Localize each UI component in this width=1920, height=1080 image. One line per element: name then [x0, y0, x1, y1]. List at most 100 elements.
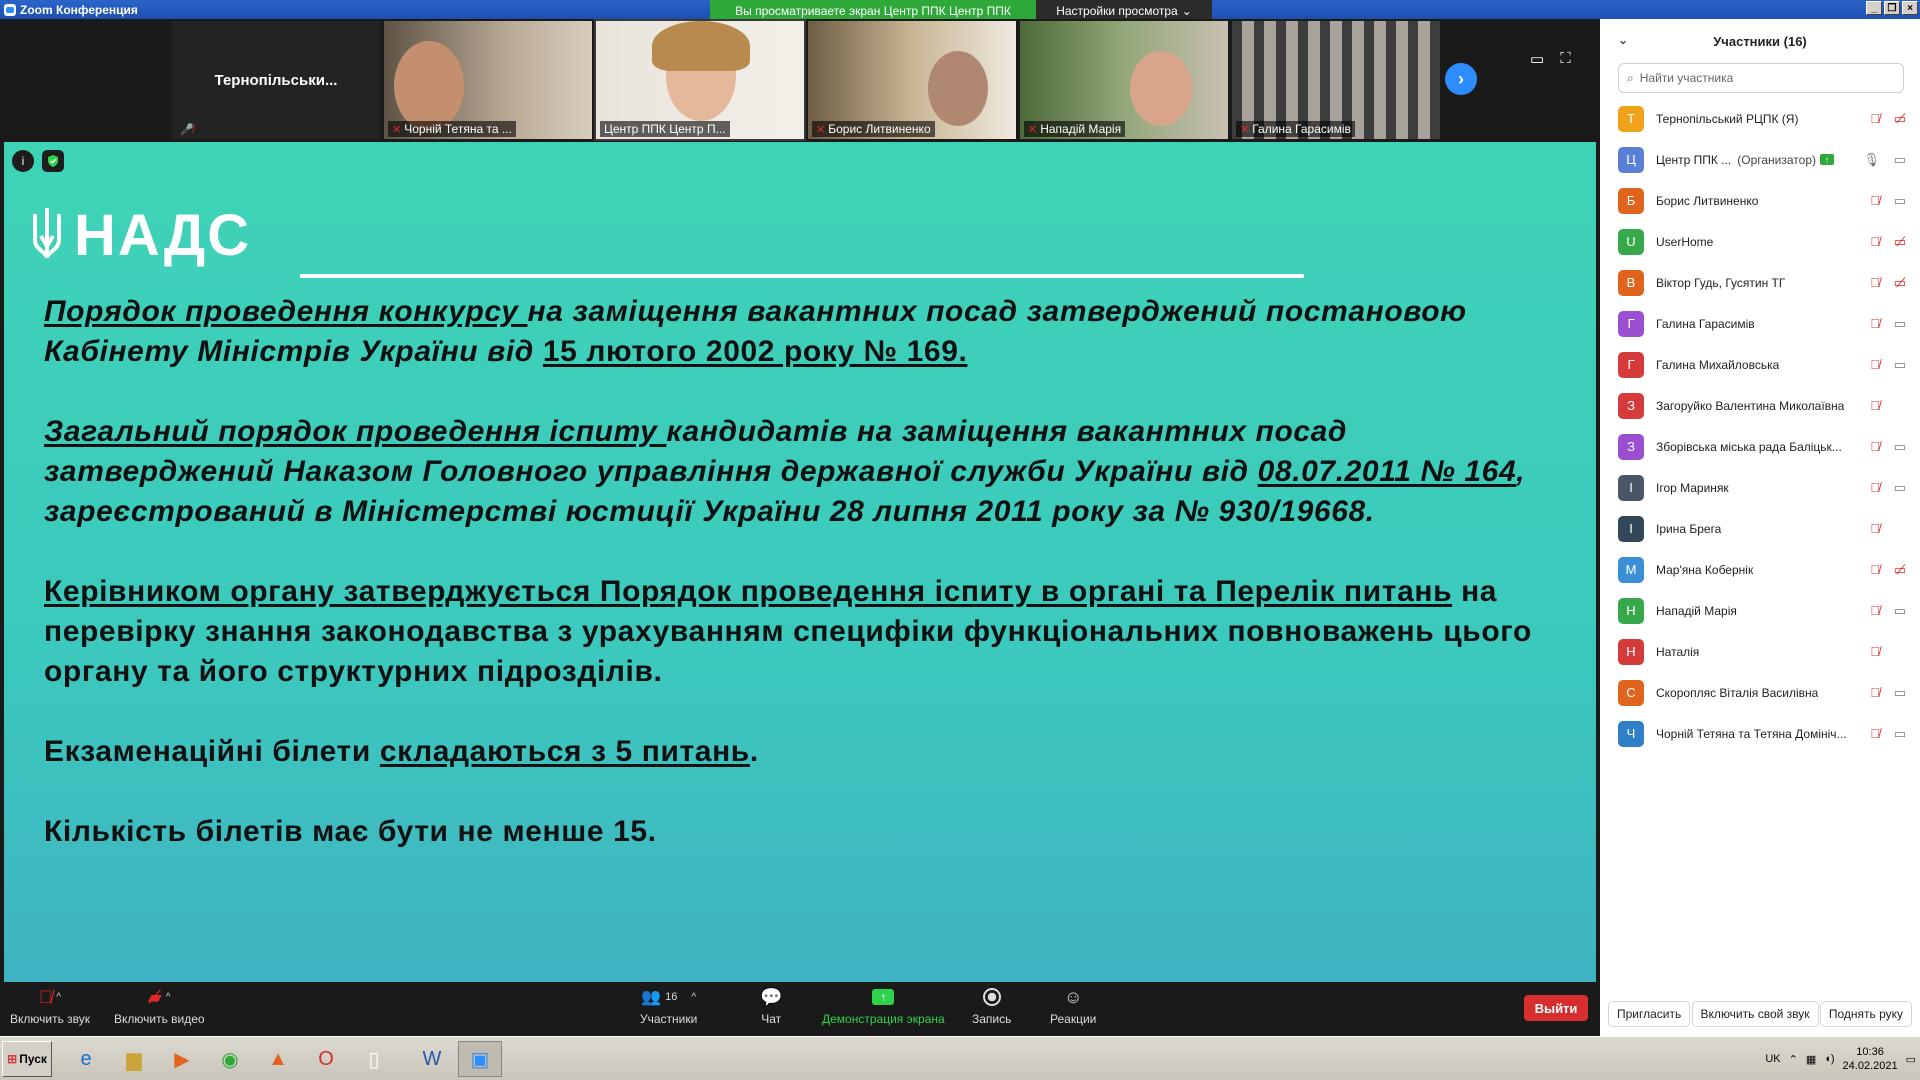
video-icon[interactable]: ▭	[1894, 193, 1906, 209]
participant-row[interactable]: І Ігор Мариняк 🎙̸ ▭	[1600, 467, 1920, 508]
participant-row[interactable]: U UserHome 🎙̸ ▭̸	[1600, 221, 1920, 262]
security-shield-icon[interactable]	[42, 150, 64, 172]
share-screen-icon: ↑	[872, 989, 895, 1005]
mic-muted-icon[interactable]: 🎙̸	[1870, 316, 1880, 331]
participant-row[interactable]: Ч Чорній Тетяна та Тетяна Домініч... 🎙̸ ▭	[1600, 713, 1920, 754]
video-off-icon[interactable]: ▭̸	[1894, 234, 1906, 250]
mic-muted-icon[interactable]: 🎙̸	[1870, 726, 1880, 741]
mic-muted-icon[interactable]: 🎙̸	[1870, 603, 1880, 618]
search-icon: ⌕	[1627, 70, 1634, 85]
clock[interactable]: 10:36 24.02.2021	[1843, 1045, 1898, 1073]
participant-row[interactable]: Г Галина Гарасимів 🎙̸ ▭	[1600, 303, 1920, 344]
pdf-reader-icon[interactable]: ▲	[256, 1041, 300, 1077]
participant-row[interactable]: З Зборівська міська рада Баліцьк... 🎙̸ ▭	[1600, 426, 1920, 467]
mic-muted-icon[interactable]: 🎙̸	[1870, 398, 1880, 413]
unmute-self-button[interactable]: Включить свой звук	[1691, 1001, 1819, 1027]
video-off-icon: ▰̸	[148, 986, 162, 1007]
tile-name: Галина Гарасимів	[1252, 122, 1351, 136]
video-icon[interactable]: ▭	[1894, 480, 1906, 496]
mic-muted-icon[interactable]: 🎙̸	[1870, 685, 1880, 700]
participant-row[interactable]: М Мар'яна Кобернік 🎙̸ ▭̸	[1600, 549, 1920, 590]
volume-icon[interactable]: ◖)	[1824, 1053, 1834, 1065]
chat-button[interactable]: 💬 Чат	[760, 986, 782, 1027]
participant-search-input[interactable]: ⌕ Найти участника	[1618, 63, 1904, 93]
video-off-icon[interactable]: ▭̸	[1894, 275, 1906, 291]
participant-row[interactable]: Б Борис Литвиненко 🎙̸ ▭	[1600, 180, 1920, 221]
start-button[interactable]: ⊞ Пуск	[2, 1041, 52, 1077]
invite-button[interactable]: Пригласить	[1608, 1001, 1691, 1027]
opera-icon[interactable]: O	[304, 1041, 348, 1077]
mic-muted-icon[interactable]: 🎙̸	[1870, 562, 1880, 577]
layout-icon[interactable]: ▭	[1530, 50, 1544, 68]
collapse-chevron-icon[interactable]: ⌄	[1618, 33, 1628, 47]
minimize-icon[interactable]: _	[1866, 1, 1882, 15]
fullscreen-icon[interactable]: ⛶	[1560, 50, 1571, 68]
slide-paragraph: Загальний порядок проведення іспиту канд…	[44, 412, 1584, 532]
participant-row[interactable]: Ц Центр ППК ... (Организатор) ↑ 🎙 ▭	[1600, 139, 1920, 180]
info-icon[interactable]: i	[12, 150, 34, 172]
unmute-button[interactable]: 🎙̸ ^ Включить звук	[10, 986, 90, 1027]
view-settings-button[interactable]: Настройки просмотра ⌄	[1036, 0, 1212, 21]
mic-muted-icon[interactable]: 🎙̸	[1870, 275, 1880, 290]
participant-row[interactable]: І Ірина Брега 🎙̸	[1600, 508, 1920, 549]
participant-row[interactable]: В Віктор Гудь, Гусятин ТГ 🎙̸ ▭̸	[1600, 262, 1920, 303]
video-tile[interactable]: ✕ Нападій Марія	[1020, 21, 1228, 139]
leave-button[interactable]: Выйти	[1524, 995, 1588, 1021]
video-icon[interactable]: ▭	[1894, 726, 1906, 742]
raise-hand-button[interactable]: Поднять руку	[1819, 1001, 1912, 1027]
video-tile[interactable]: ✕ Борис Литвиненко	[808, 21, 1016, 139]
mic-muted-icon[interactable]: 🎙̸	[1870, 521, 1880, 536]
close-icon[interactable]: ×	[1902, 1, 1918, 15]
caret-up-icon[interactable]: ^	[166, 992, 171, 1003]
participant-avatar: Т	[1618, 105, 1644, 132]
mic-muted-icon[interactable]: 🎙̸	[1870, 644, 1880, 659]
mic-muted-icon[interactable]: 🎙̸	[1870, 439, 1880, 454]
reactions-button[interactable]: ☺ Реакции	[1050, 986, 1096, 1027]
video-tile[interactable]: ✕ Галина Гарасимів	[1232, 21, 1440, 139]
tray-arrow-icon[interactable]: ⌃	[1789, 1053, 1798, 1066]
participant-name: Центр ППК ...	[1656, 152, 1732, 167]
ie-icon[interactable]: e	[64, 1041, 108, 1077]
mic-muted-icon[interactable]: 🎙̸	[1870, 480, 1880, 495]
participant-row[interactable]: Н Наталія 🎙̸	[1600, 631, 1920, 672]
start-video-button[interactable]: ▰̸ ^ Включить видео	[114, 986, 205, 1027]
caret-up-icon[interactable]: ^	[56, 992, 61, 1003]
mic-muted-icon[interactable]: 🎙̸	[1870, 193, 1880, 208]
mic-icon[interactable]: 🎙	[1863, 152, 1880, 168]
mic-muted-icon[interactable]: 🎙̸	[1870, 111, 1880, 126]
video-tile[interactable]: ✕ Чорній Тетяна та ...	[384, 21, 592, 139]
zoom-taskbar-icon[interactable]: ▣	[458, 1041, 502, 1077]
mic-muted-icon[interactable]: 🎙̸	[1870, 357, 1880, 372]
language-indicator[interactable]: UK	[1765, 1053, 1780, 1065]
participant-row[interactable]: Т Тернопільський РЦПК (Я) 🎙̸ ▭̸	[1600, 98, 1920, 139]
share-screen-button[interactable]: ↑ Демонстрация экрана	[822, 986, 945, 1026]
video-icon[interactable]: ▭	[1894, 439, 1906, 455]
desktop-icon[interactable]: ▭	[1906, 1053, 1916, 1066]
chrome-icon[interactable]: ◉	[208, 1041, 252, 1077]
participant-row[interactable]: Г Галина Михайловська 🎙̸ ▭	[1600, 344, 1920, 385]
media-player-icon[interactable]: ▶	[160, 1041, 204, 1077]
video-off-icon[interactable]: ▭̸	[1894, 562, 1906, 578]
video-tile-active-speaker[interactable]: Центр ППК Центр П...	[594, 19, 806, 141]
video-tile[interactable]: Тернопільськи... 🎤̸	[172, 21, 380, 139]
view-settings-label: Настройки просмотра	[1056, 3, 1178, 18]
video-icon[interactable]: ▭	[1894, 152, 1906, 168]
video-icon[interactable]: ▭	[1894, 685, 1906, 701]
restore-icon[interactable]: ❐	[1884, 1, 1900, 15]
next-page-button[interactable]: ›	[1445, 63, 1477, 95]
participant-row[interactable]: Н Нападій Марія 🎙̸ ▭	[1600, 590, 1920, 631]
document-icon[interactable]: ▯	[352, 1041, 396, 1077]
video-icon[interactable]: ▭	[1894, 603, 1906, 619]
caret-up-icon[interactable]: ^	[691, 992, 696, 1003]
folder-icon[interactable]: ▆	[112, 1041, 156, 1077]
word-icon[interactable]: W	[410, 1041, 454, 1077]
video-icon[interactable]: ▭	[1894, 316, 1906, 332]
participants-button[interactable]: 👥 16 ^ Участники	[640, 986, 697, 1026]
video-off-icon[interactable]: ▭̸	[1894, 111, 1906, 127]
participant-row[interactable]: З Загоруйко Валентина Миколаївна 🎙̸	[1600, 385, 1920, 426]
video-icon[interactable]: ▭	[1894, 357, 1906, 373]
participant-row[interactable]: С Скоропляс Віталія Василівна 🎙̸ ▭	[1600, 672, 1920, 713]
record-button[interactable]: Запись	[972, 986, 1011, 1026]
network-icon[interactable]: ▦	[1806, 1053, 1816, 1066]
mic-muted-icon[interactable]: 🎙̸	[1870, 234, 1880, 249]
